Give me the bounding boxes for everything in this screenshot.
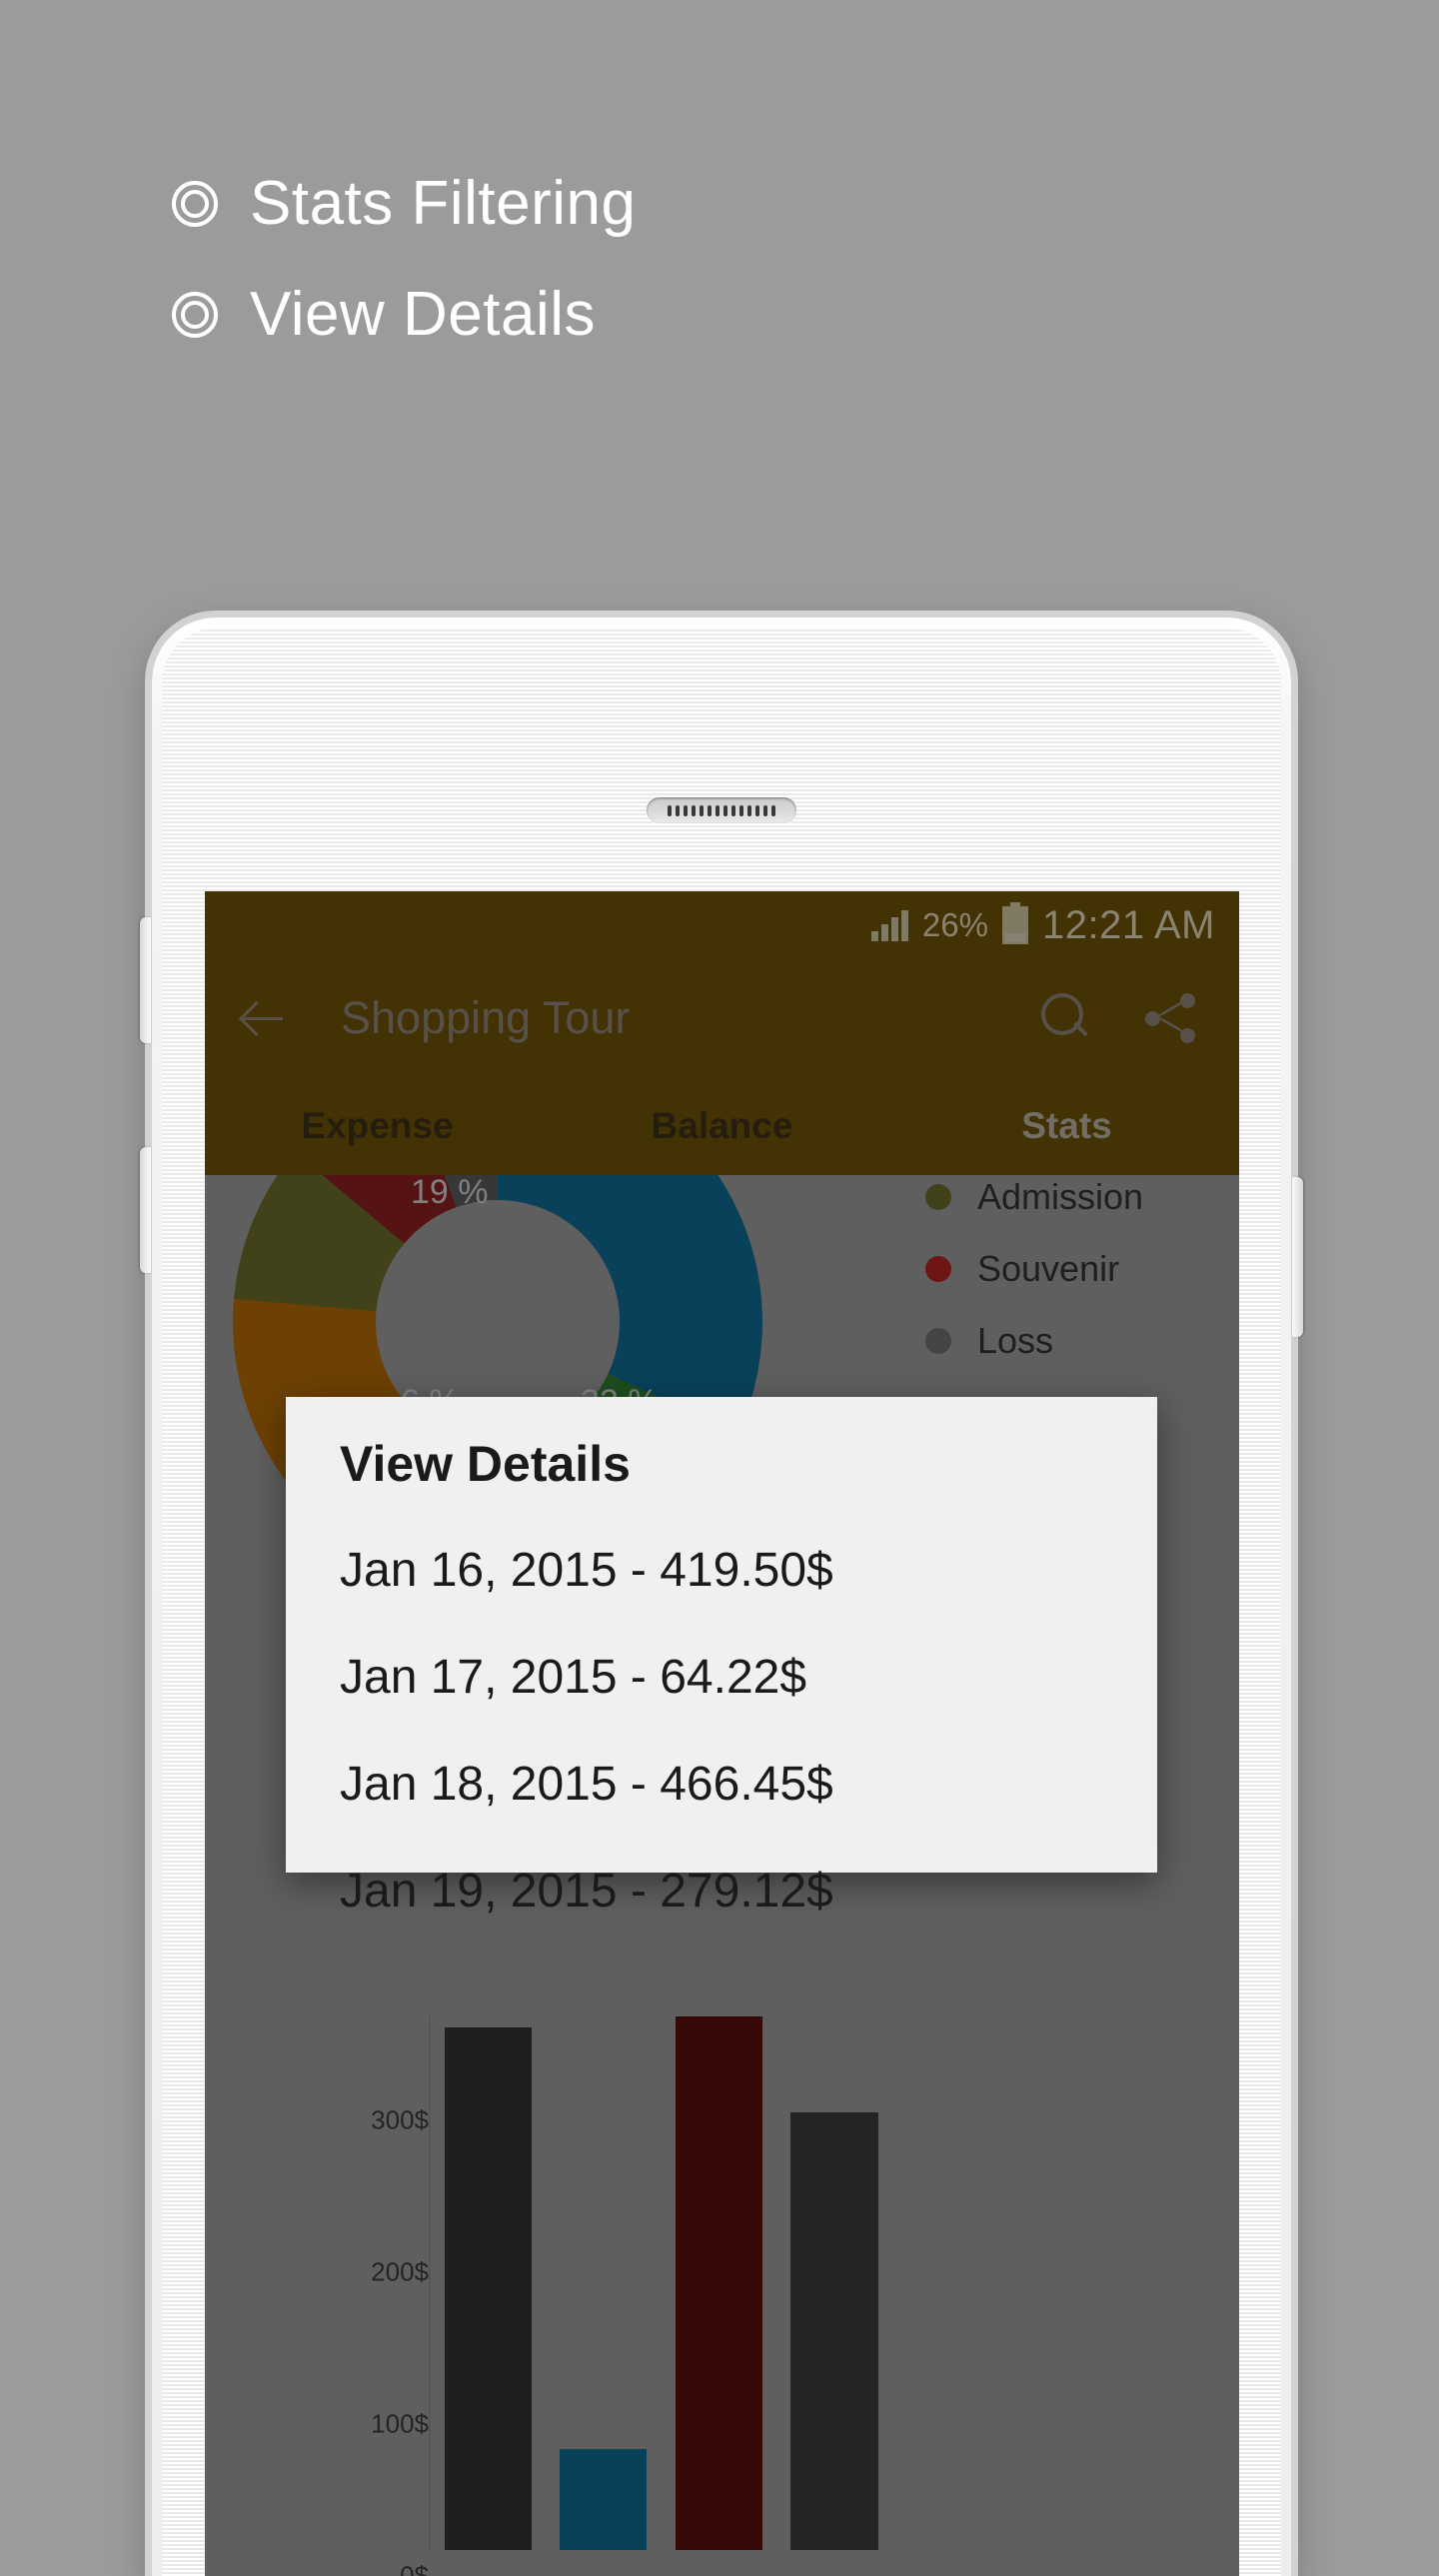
donut-slice-label: 19 % — [411, 1173, 489, 1212]
legend-label: Loss — [977, 1320, 1053, 1362]
y-tick-label: 0$ — [400, 2561, 429, 2576]
battery-icon — [1002, 906, 1028, 944]
search-icon[interactable] — [1039, 991, 1093, 1045]
promo-line: Stats Filtering — [172, 168, 1071, 239]
signal-bars-icon — [871, 909, 908, 941]
bar-plot-area — [429, 2016, 1239, 2550]
legend-color-dot — [925, 1184, 951, 1210]
dialog-row[interactable]: Jan 16, 2015 - 419.50$ — [340, 1543, 1103, 1598]
tab-bar: Expense Balance Stats — [205, 1077, 1239, 1175]
legend-label: Souvenir — [977, 1248, 1119, 1290]
page-title: Shopping Tour — [341, 992, 1039, 1044]
promo-text: View Details — [250, 279, 596, 350]
bar — [560, 2449, 647, 2550]
view-details-dialog: View Details Jan 16, 2015 - 419.50$ Jan … — [286, 1397, 1157, 1873]
double-circle-icon — [172, 292, 218, 338]
bar-slot[interactable] — [431, 2016, 547, 2550]
promo-header: Stats Filtering View Details — [172, 168, 1071, 390]
tab-balance[interactable]: Balance — [550, 1077, 894, 1175]
dialog-row[interactable]: Jan 17, 2015 - 64.22$ — [340, 1650, 1103, 1705]
promo-line: View Details — [172, 279, 1071, 350]
y-axis: 0$ 100$ 200$ 300$ — [309, 2016, 429, 2576]
volume-up-button[interactable] — [140, 917, 151, 1043]
bar-slot[interactable] — [1123, 2016, 1239, 2550]
battery-percent-label: 26% — [922, 906, 988, 944]
earpiece-speaker-icon — [647, 797, 796, 823]
share-icon[interactable] — [1143, 991, 1197, 1045]
status-bar-clock: 12:21 AM — [1042, 903, 1215, 948]
legend-item[interactable]: Loss — [925, 1305, 1215, 1377]
back-arrow-icon[interactable] — [239, 993, 289, 1043]
status-bar: 26% 12:21 AM — [205, 891, 1239, 959]
legend-color-dot — [925, 1328, 951, 1354]
dialog-title: View Details — [340, 1435, 1103, 1493]
y-tick-label: 100$ — [371, 2409, 429, 2440]
promo-text: Stats Filtering — [250, 168, 637, 239]
bar-slot[interactable] — [1008, 2016, 1124, 2550]
bar-slot[interactable] — [777, 2016, 893, 2550]
legend-color-dot — [925, 1256, 951, 1282]
power-button[interactable] — [1292, 1177, 1303, 1337]
app-toolbar: Shopping Tour — [205, 959, 1239, 1077]
tab-expense[interactable]: Expense — [205, 1077, 550, 1175]
bar-slot[interactable] — [892, 2016, 1008, 2550]
dialog-row[interactable]: Jan 18, 2015 - 466.45$ — [340, 1757, 1103, 1812]
double-circle-icon — [172, 181, 218, 227]
legend-item[interactable]: Souvenir — [925, 1233, 1215, 1305]
legend-label: Admission — [977, 1176, 1143, 1218]
volume-down-button[interactable] — [140, 1147, 151, 1273]
bar — [445, 2027, 532, 2550]
tab-stats[interactable]: Stats — [894, 1077, 1239, 1175]
bar-slot[interactable] — [547, 2016, 663, 2550]
daily-expense-bar-chart[interactable]: 0$ 100$ 200$ 300$ — [205, 2016, 1239, 2576]
y-tick-label: 200$ — [371, 2257, 429, 2288]
bar — [676, 2016, 762, 2550]
bar-slot[interactable] — [662, 2016, 777, 2550]
y-tick-label: 300$ — [371, 2105, 429, 2136]
bar — [790, 2112, 877, 2550]
dialog-row[interactable]: Jan 19, 2015 - 279.12$ — [340, 1864, 1103, 1919]
